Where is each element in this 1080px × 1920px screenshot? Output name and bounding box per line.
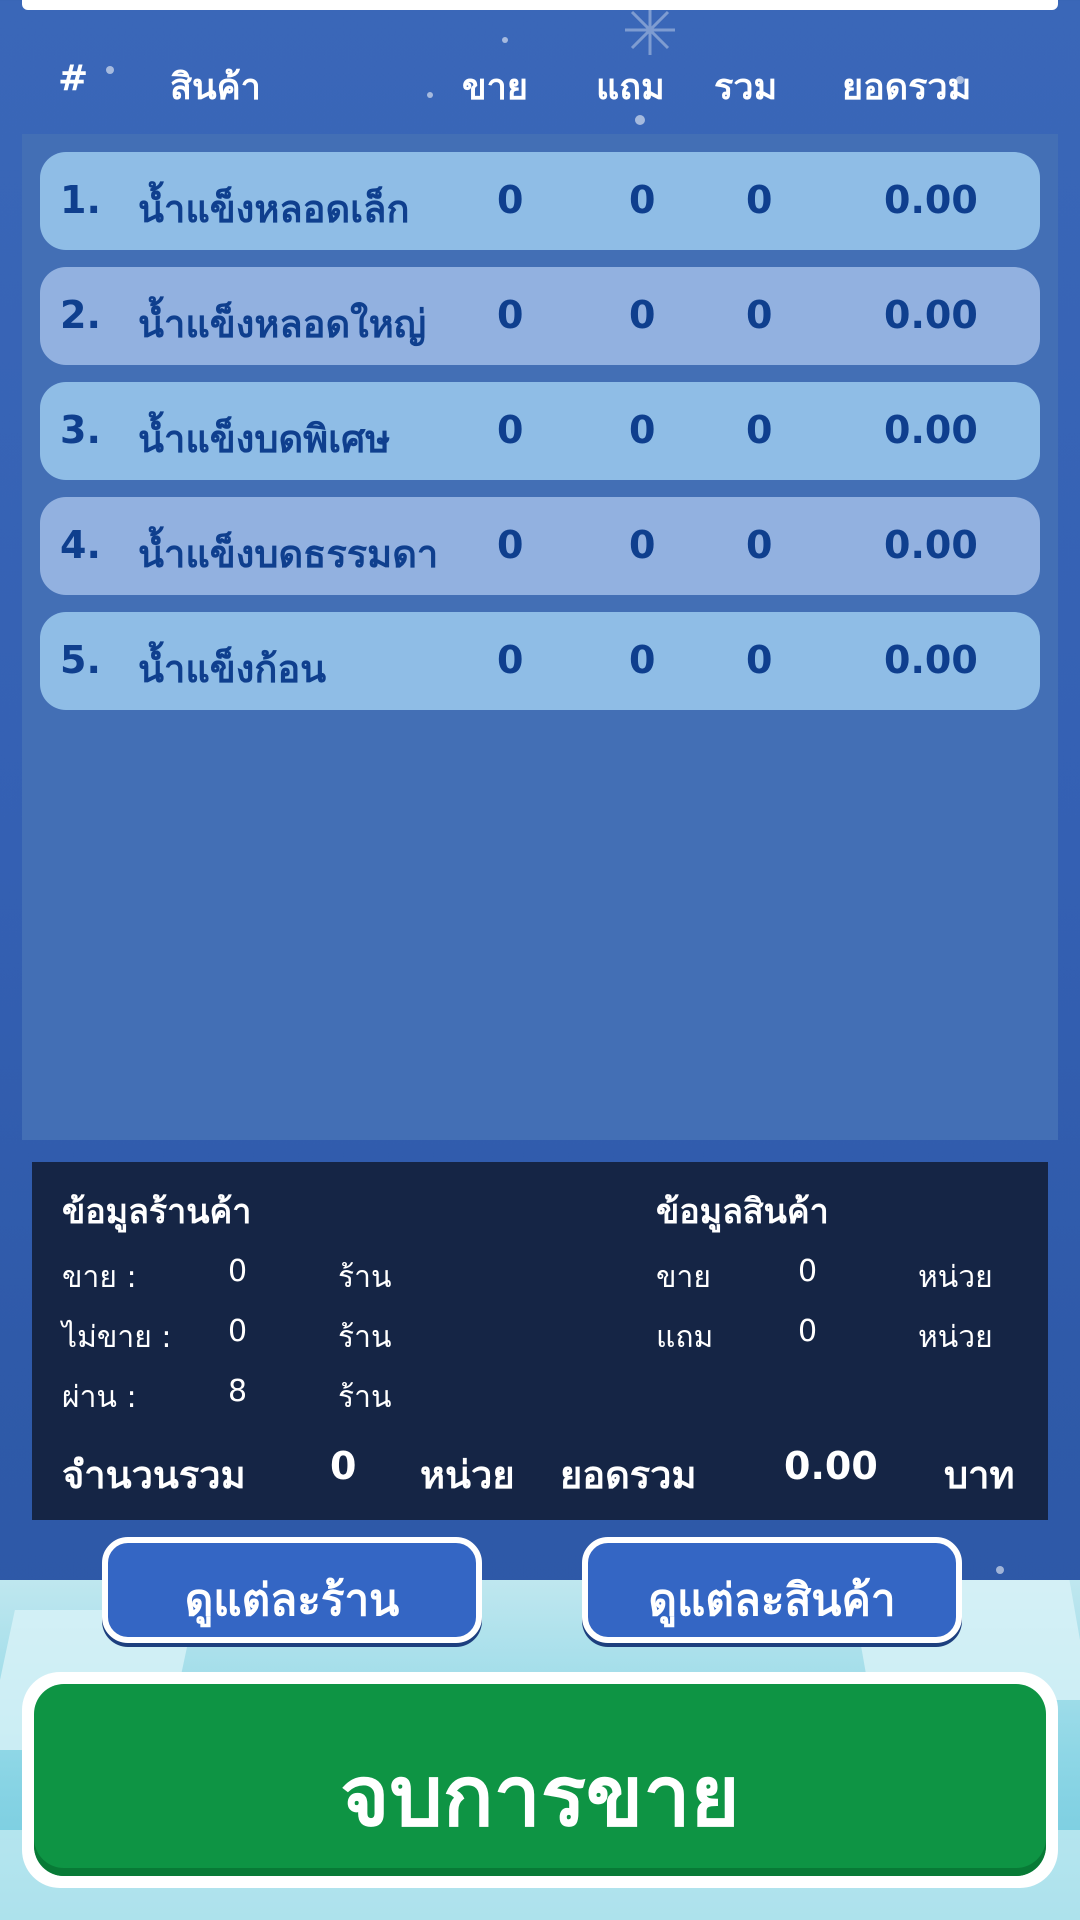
store-nosell-value: 0 [228, 1314, 248, 1349]
row-product-name: น้ำแข็งก้อน [138, 647, 327, 691]
header-index: # [58, 58, 89, 99]
row-product-name: น้ำแข็งบดธรรมดา [138, 532, 439, 576]
row-product-name: น้ำแข็งหลอดใหญ่ [138, 302, 427, 346]
row-number: 1. [60, 178, 101, 222]
store-sell-unit: ร้าน [338, 1260, 392, 1295]
product-row-1[interactable]: 1. น้ำแข็งหลอดเล็ก 0 0 0 0.00 [40, 152, 1040, 250]
total-amount-unit: บาท [944, 1453, 1015, 1497]
row-amount: 0.00 [884, 523, 978, 567]
end-sale-button[interactable]: จบการขาย [22, 1672, 1058, 1888]
store-passed-label: ผ่าน : [62, 1380, 137, 1415]
product-row-3[interactable]: 3. น้ำแข็งบดพิเศษ 0 0 0 0.00 [40, 382, 1040, 480]
row-free: 0 [629, 523, 656, 567]
row-free: 0 [629, 178, 656, 222]
total-qty-unit: หน่วย [420, 1453, 515, 1497]
row-number: 3. [60, 408, 101, 452]
row-sell: 0 [497, 408, 524, 452]
row-sell: 0 [497, 523, 524, 567]
end-sale-label: จบการขาย [340, 1747, 740, 1845]
view-each-store-button[interactable]: ดูแต่ละร้าน [102, 1537, 482, 1643]
row-total: 0 [746, 638, 773, 682]
row-number: 2. [60, 293, 101, 337]
product-info-title: ข้อมูลสินค้า [656, 1192, 829, 1232]
product-free-unit: หน่วย [918, 1320, 993, 1355]
header-free: แถม [596, 67, 665, 108]
store-nosell-unit: ร้าน [338, 1320, 392, 1355]
row-sell: 0 [497, 293, 524, 337]
product-row-2[interactable]: 2. น้ำแข็งหลอดใหญ่ 0 0 0 0.00 [40, 267, 1040, 365]
product-sell-unit: หน่วย [918, 1260, 993, 1295]
view-each-store-label: ดูแต่ละร้าน [184, 1575, 400, 1626]
store-info-title: ข้อมูลร้านค้า [62, 1192, 252, 1232]
row-total: 0 [746, 178, 773, 222]
row-number: 4. [60, 523, 101, 567]
row-sell: 0 [497, 638, 524, 682]
end-sale-button-face[interactable]: จบการขาย [34, 1684, 1046, 1876]
row-total: 0 [746, 408, 773, 452]
product-row-5[interactable]: 5. น้ำแข็งก้อน 0 0 0 0.00 [40, 612, 1040, 710]
view-each-product-label: ดูแต่ละสินค้า [648, 1575, 896, 1626]
header-amount: ยอดรวม [842, 67, 972, 108]
row-free: 0 [629, 408, 656, 452]
row-free: 0 [629, 638, 656, 682]
row-amount: 0.00 [884, 293, 978, 337]
row-product-name: น้ำแข็งหลอดเล็ก [138, 187, 410, 231]
store-sell-label: ขาย : [62, 1260, 137, 1295]
table-header: # สินค้า ขาย แถม รวม ยอดรวม [0, 52, 1080, 108]
summary-panel: ข้อมูลร้านค้า ข้อมูลสินค้า ขาย : 0 ร้าน … [32, 1162, 1048, 1520]
product-free-value: 0 [798, 1314, 818, 1349]
total-qty-value: 0 [330, 1444, 357, 1488]
product-row-4[interactable]: 4. น้ำแข็งบดธรรมดา 0 0 0 0.00 [40, 497, 1040, 595]
total-amount-value: 0.00 [784, 1444, 878, 1488]
header-sell: ขาย [462, 67, 528, 108]
product-sell-value: 0 [798, 1254, 818, 1289]
row-sell: 0 [497, 178, 524, 222]
product-sell-label: ขาย [656, 1260, 711, 1295]
store-passed-value: 8 [228, 1374, 248, 1409]
total-amount-label: ยอดรวม [560, 1453, 697, 1497]
row-free: 0 [629, 293, 656, 337]
row-number: 5. [60, 638, 101, 682]
total-qty-label: จำนวนรวม [62, 1453, 246, 1497]
store-nosell-label: ไม่ขาย : [62, 1320, 172, 1355]
row-product-name: น้ำแข็งบดพิเศษ [138, 417, 391, 461]
store-sell-value: 0 [228, 1254, 248, 1289]
header-total: รวม [714, 67, 778, 108]
view-each-product-button[interactable]: ดูแต่ละสินค้า [582, 1537, 962, 1643]
row-amount: 0.00 [884, 638, 978, 682]
row-total: 0 [746, 523, 773, 567]
store-passed-unit: ร้าน [338, 1380, 392, 1415]
header-product: สินค้า [170, 67, 261, 108]
row-amount: 0.00 [884, 178, 978, 222]
product-free-label: แถม [656, 1320, 714, 1355]
top-edge-bar [22, 0, 1058, 10]
row-amount: 0.00 [884, 408, 978, 452]
row-total: 0 [746, 293, 773, 337]
